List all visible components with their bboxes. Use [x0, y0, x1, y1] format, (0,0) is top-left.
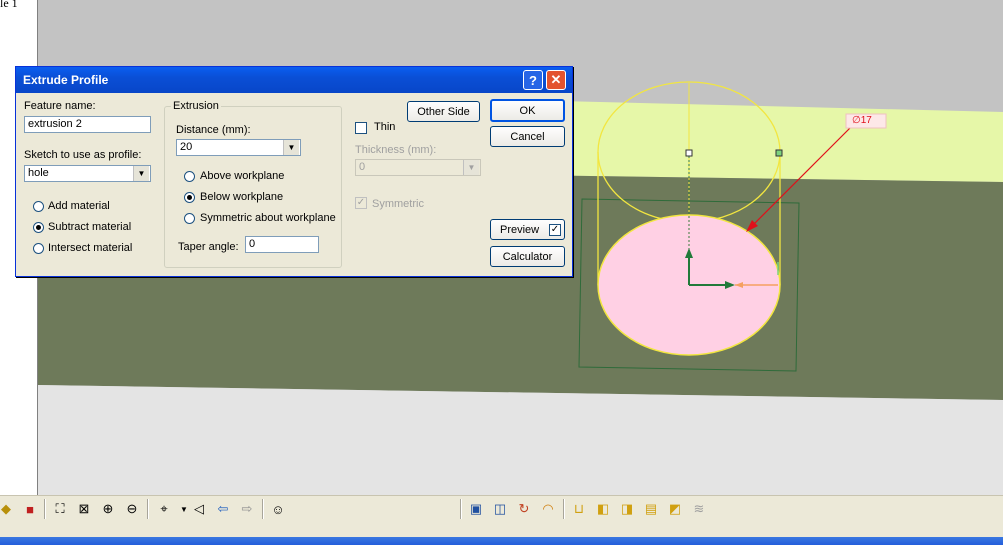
zoom-in-icon[interactable]: ⊕: [98, 499, 118, 519]
toolbar-separator: [563, 499, 565, 519]
bottom-toolbar: ◆ ■ ⛶ ⊠ ⊕ ⊖ ⌖ ▼ ◁ ⇦ ⇨ ☺ ▣ ◫ ↻ ◠ ⊔ ◧ ◨ ▤ …: [0, 495, 1003, 538]
zoom-fit-icon[interactable]: ⛶: [50, 499, 70, 519]
distance-value: 20: [180, 141, 193, 153]
sketch-label: Sketch to use as profile:: [24, 149, 142, 161]
cylinder-icon[interactable]: ◨: [617, 499, 637, 519]
solid-view-icon[interactable]: ◆: [0, 499, 16, 519]
handle-radius[interactable]: [775, 149, 783, 157]
symmetric-workplane-radio[interactable]: [184, 213, 195, 224]
shaded-box-icon[interactable]: ■: [20, 499, 40, 519]
dialog-titlebar[interactable]: Extrude Profile ? ✕: [16, 67, 572, 93]
floor-plane: [38, 385, 1003, 495]
view-orient-icon[interactable]: ⌖: [154, 499, 174, 519]
preview-label: Preview: [500, 223, 540, 236]
symmetric-label: Symmetric: [372, 198, 424, 210]
taper-angle-input[interactable]: 0: [245, 236, 319, 253]
subtract-material-label[interactable]: Subtract material: [48, 221, 131, 233]
intersect-material-radio[interactable]: [33, 243, 44, 254]
zoom-window-icon[interactable]: ⊠: [74, 499, 94, 519]
distance-select[interactable]: 20 ▼: [176, 139, 301, 156]
loft-icon[interactable]: ◠: [538, 499, 558, 519]
symmetric-workplane-label[interactable]: Symmetric about workplane: [200, 212, 336, 224]
extrude-icon[interactable]: ▣: [466, 499, 486, 519]
sweep-icon[interactable]: ↻: [514, 499, 534, 519]
thickness-select: 0 ▼: [355, 159, 481, 176]
zoom-out-icon[interactable]: ⊖: [122, 499, 142, 519]
feature-name-input[interactable]: extrusion 2: [24, 116, 151, 133]
document-text-fragment: le 1: [0, 0, 18, 10]
arrow-right-icon[interactable]: ⇨: [237, 499, 257, 519]
extrusion-group-label: Extrusion: [171, 100, 221, 112]
thin-label[interactable]: Thin: [374, 121, 395, 133]
close-button[interactable]: ✕: [546, 70, 566, 90]
chevron-down-icon[interactable]: ▼: [133, 166, 149, 181]
help-button[interactable]: ?: [523, 70, 543, 90]
thin-checkbox[interactable]: [355, 122, 367, 134]
arrow-left-icon[interactable]: ⇦: [213, 499, 233, 519]
calculator-button[interactable]: Calculator: [490, 246, 565, 267]
box-icon[interactable]: ◧: [593, 499, 613, 519]
disabled-feature-icon: ≋: [693, 501, 705, 516]
subtract-material-radio[interactable]: [33, 222, 44, 233]
distance-label: Distance (mm):: [176, 124, 251, 136]
below-workplane-radio[interactable]: [184, 192, 195, 203]
sketch-select[interactable]: hole ▼: [24, 165, 151, 182]
toolbar-separator: [147, 499, 149, 519]
intersect-material-label[interactable]: Intersect material: [48, 242, 132, 254]
ok-button[interactable]: OK: [490, 99, 565, 122]
sketch-select-value: hole: [28, 167, 49, 179]
boolean-icon[interactable]: ◩: [665, 499, 685, 519]
dialog-client: Feature name: extrusion 2 Sketch to use …: [19, 93, 569, 273]
feature-name-label: Feature name:: [24, 100, 96, 112]
taper-angle-label: Taper angle:: [178, 241, 239, 253]
preview-checkbox[interactable]: ✓: [549, 224, 561, 236]
toolbar-separator: [44, 499, 46, 519]
shell-icon[interactable]: ⊔: [569, 499, 589, 519]
toolbar-separator: [460, 499, 462, 519]
thickness-label: Thickness (mm):: [355, 144, 437, 156]
below-workplane-label[interactable]: Below workplane: [200, 191, 283, 203]
toolbar-separator: [262, 499, 264, 519]
add-material-radio[interactable]: [33, 201, 44, 212]
extrude-profile-dialog: Extrude Profile ? ✕ Feature name: extrus…: [15, 66, 573, 277]
above-workplane-label[interactable]: Above workplane: [200, 170, 284, 182]
other-side-button[interactable]: Other Side: [407, 101, 480, 122]
look-at-icon[interactable]: ◁: [189, 499, 209, 519]
cone-icon[interactable]: ▤: [641, 499, 661, 519]
dialog-title: Extrude Profile: [23, 73, 109, 87]
handle-center[interactable]: [685, 149, 693, 157]
add-material-label[interactable]: Add material: [48, 200, 110, 212]
windows-taskbar: [0, 537, 1003, 545]
thickness-value: 0: [359, 161, 366, 173]
above-workplane-radio[interactable]: [184, 171, 195, 182]
chevron-down-icon[interactable]: ▼: [283, 140, 299, 155]
revolve-icon[interactable]: ◫: [490, 499, 510, 519]
dimension-label[interactable]: ∅17: [852, 115, 872, 126]
symmetric-checkbox: ✓: [355, 197, 367, 209]
chevron-down-icon: ▼: [463, 160, 479, 175]
smiley-icon[interactable]: ☺: [268, 499, 288, 519]
cancel-button[interactable]: Cancel: [490, 126, 565, 147]
